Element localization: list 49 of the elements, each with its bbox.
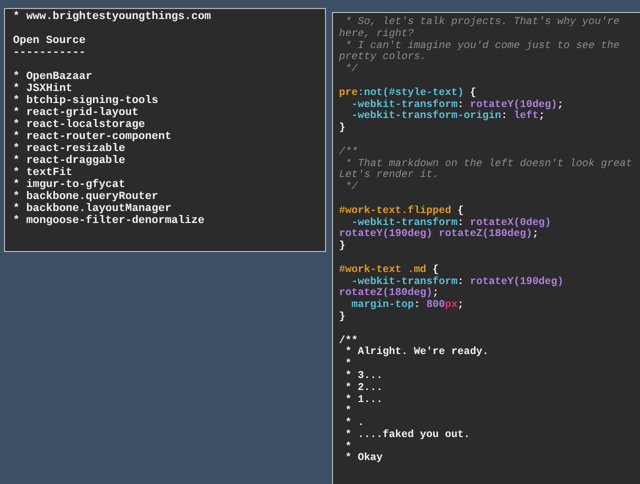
code-line: * So, let's talk projects. That's why you're [344,17,621,28]
code-line: -webkit-transform: rotateY(190deg) [351,276,564,288]
code-line: * Okay [344,453,384,466]
text-line: ----------- [13,47,87,59]
code-line: * . [344,418,364,430]
text-line: * mongoose-filter-denormalize [13,215,206,227]
code-line: -webkit-transform-origin: left; [350,111,546,124]
code-line: * 1... [344,394,384,406]
code-line: * [344,406,352,418]
text-line: * textFit [13,167,72,179]
code-line: * 3... [344,370,384,382]
code-line: rotateY(190deg) rotateZ(180deg); [339,229,540,240]
text-line: * react-grid-layout [13,107,140,119]
code-line: margin-top: 800px; [350,300,465,312]
text-line: * www.brightestyoungthings.com [13,11,212,23]
text-line: * backbone.layoutManager [13,203,172,215]
code-line: #work-text .md { [339,264,440,276]
text-line: Open Source [13,35,87,47]
code-line: * 2... [344,382,384,394]
code-line: } [339,123,346,135]
text-line: * react-draggable [13,155,126,167]
code-line: pretty colors. [339,52,428,64]
code-line: -webkit-transform: rotateX(0deg) [351,218,552,229]
text-line: * react-localstorage [13,119,146,131]
code-line: Let's render it. [339,170,440,182]
text-line: * react-resizable [13,143,126,155]
code-line: * That markdown on the left doesn't look great [345,158,634,170]
code-line: * [344,442,352,453]
text-line: * backbone.queryRouter [13,191,160,203]
code-line: rotateZ(180deg); [339,288,440,300]
text-line: * JSXHint [13,83,74,95]
code-line: } [339,241,346,253]
code-line: -webkit-transform: rotateY(10deg); [350,100,565,111]
text-line: * imgur-to-gfycat [13,179,126,191]
code-line: } [339,312,346,324]
code-line: */ [344,64,359,76]
code-line: here, right? [339,28,415,40]
code-line: */ [344,182,359,194]
code-line: #work-text.flipped { [339,206,465,217]
text-line: * OpenBazaar [13,71,94,83]
code-line: /** [339,146,359,158]
code-line: * [344,359,352,370]
code-line: * Alright. We're ready. [344,347,490,358]
text-line: * react-router-component [13,131,172,143]
code-line: pre:not(#style-text) { [339,88,478,99]
code-line: * ....faked you out. [344,430,471,442]
text-line: * btchip-signing-tools [13,95,160,107]
code-line: /** [339,336,358,347]
code-line: * I can't imagine you'd come just to see the [344,40,621,52]
